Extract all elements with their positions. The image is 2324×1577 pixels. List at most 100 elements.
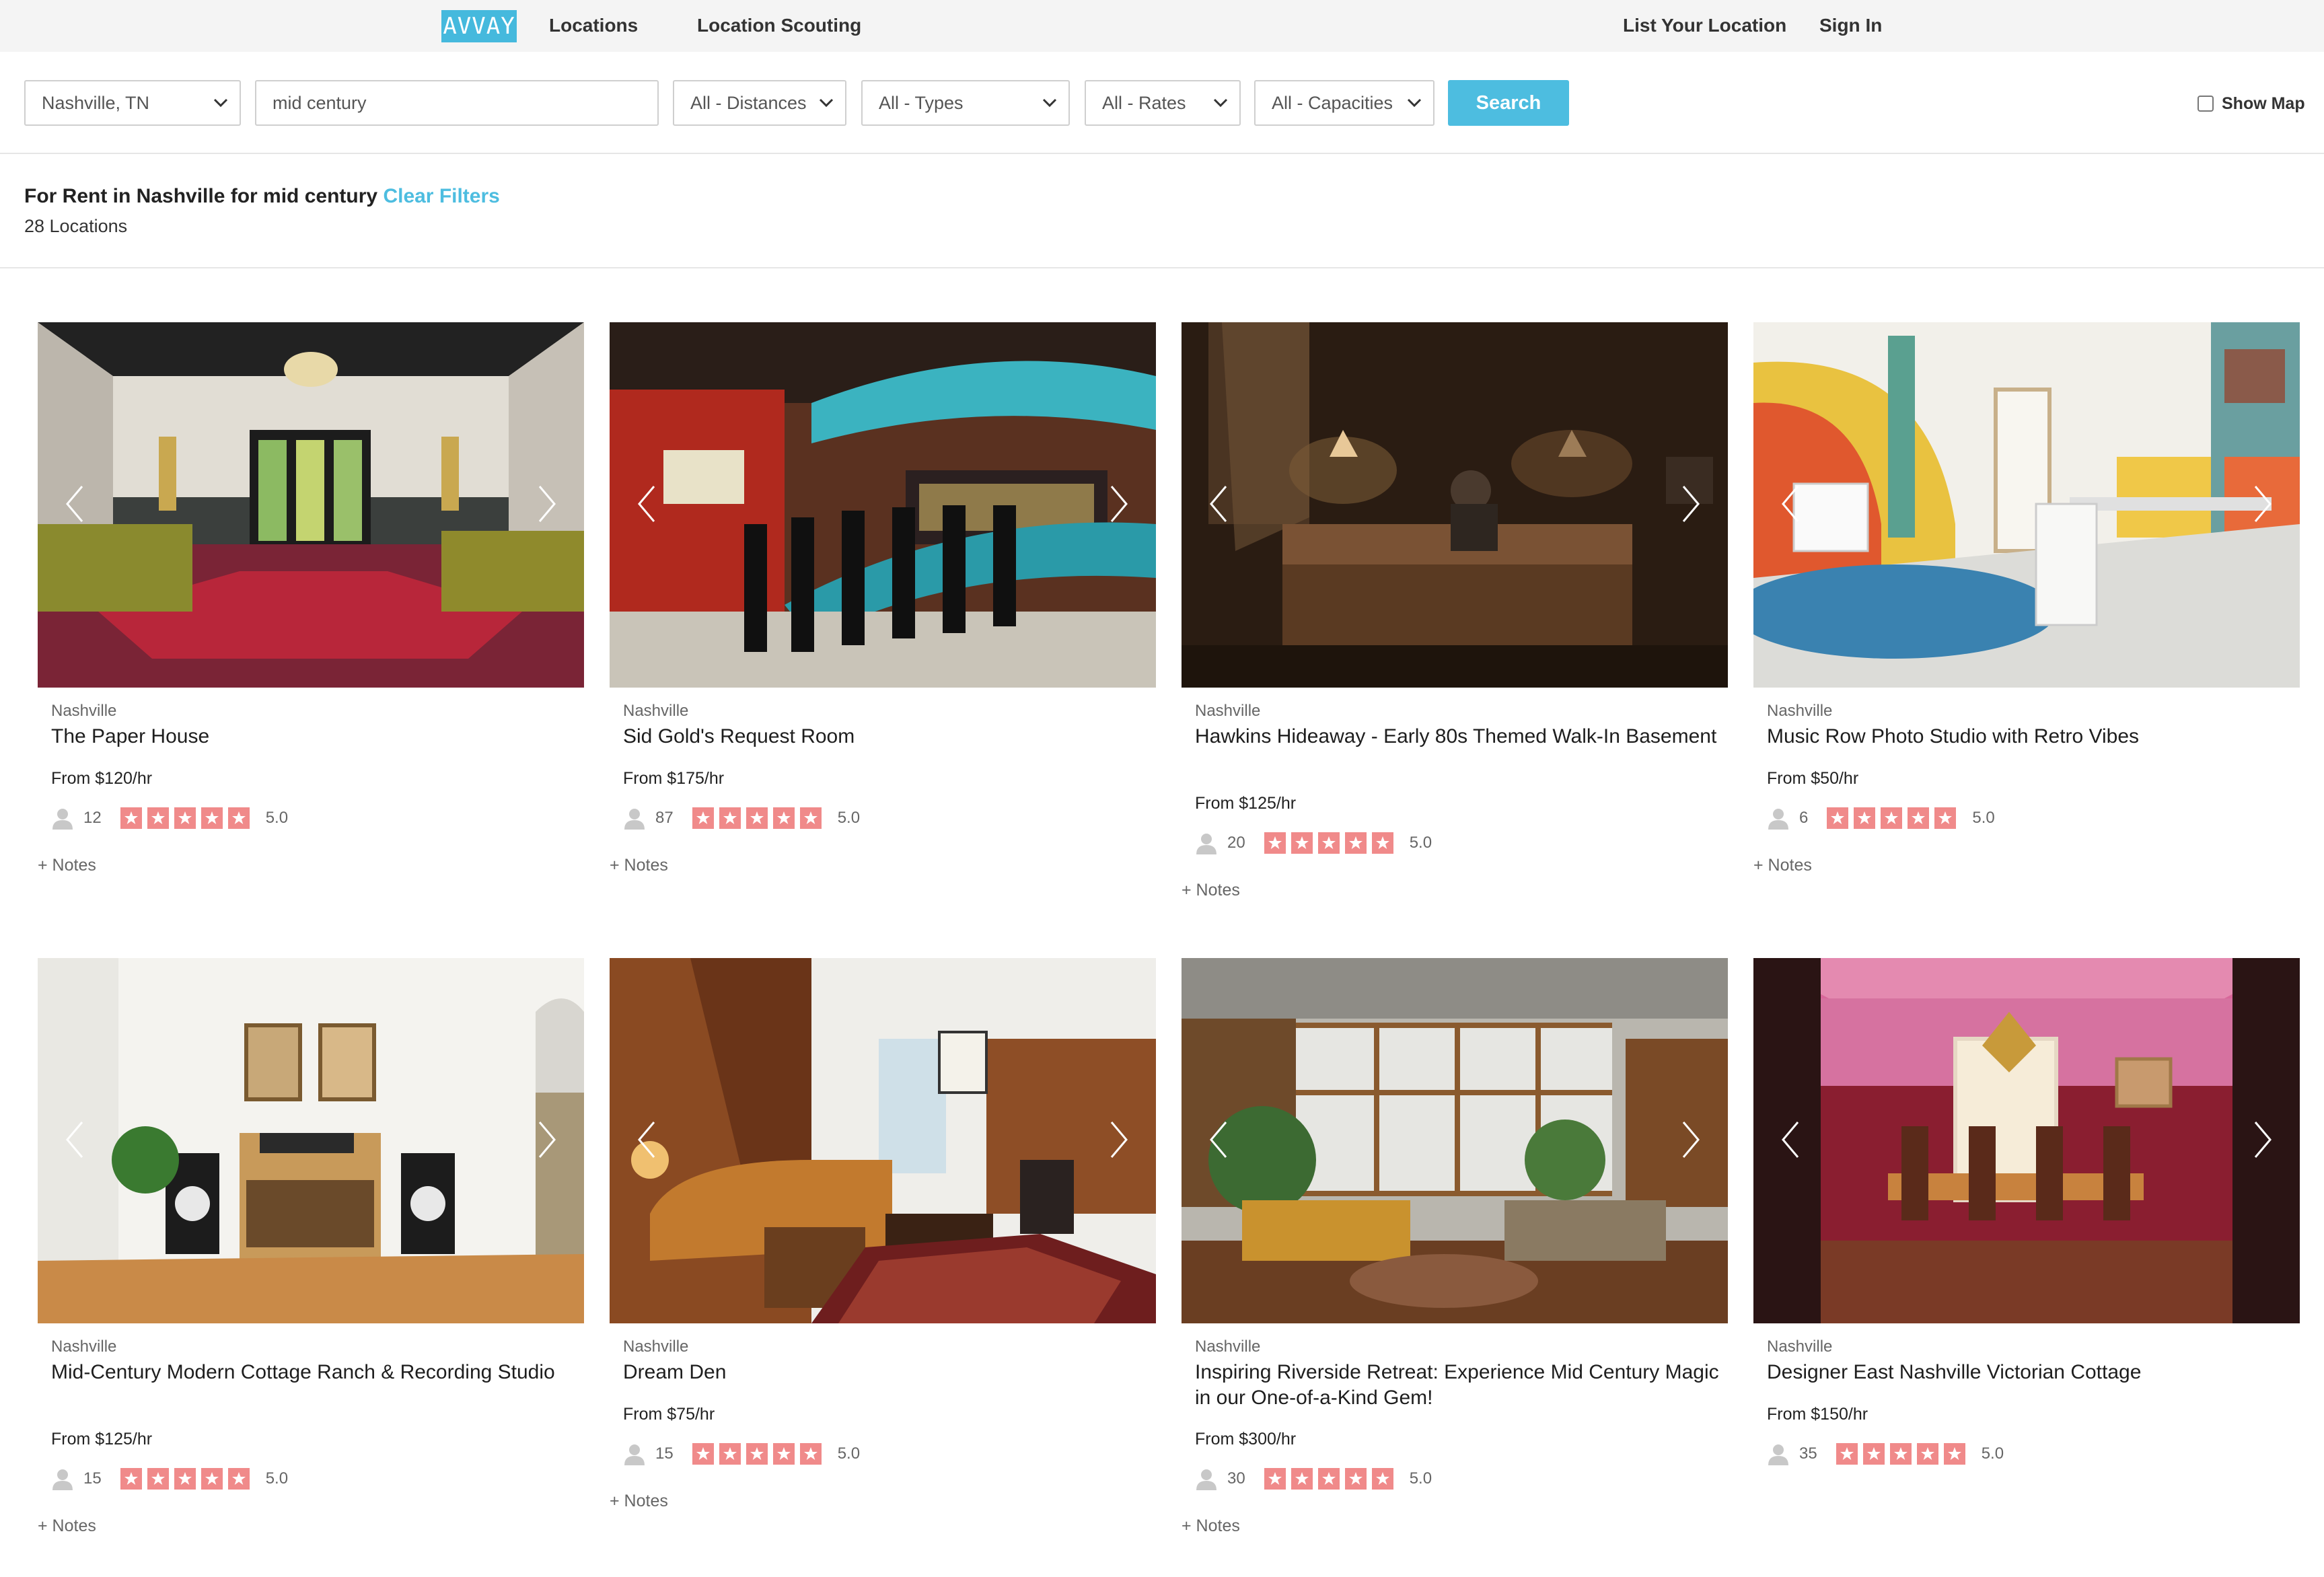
listing-photo[interactable] <box>1182 322 1728 688</box>
prev-photo-arrow-icon[interactable] <box>637 1120 657 1160</box>
listing-card[interactable]: Nashville Music Row Photo Studio with Re… <box>1753 322 2300 875</box>
clear-filters-link[interactable]: Clear Filters <box>383 185 499 207</box>
listing-price: From $120/hr <box>51 769 153 788</box>
listing-meta: 30 5.0 <box>1195 1464 1432 1494</box>
listing-card[interactable]: Nashville Mid-Century Modern Cottage Ran… <box>38 958 584 1535</box>
nav-locations-link[interactable]: Locations <box>549 12 638 39</box>
avvay-logo[interactable]: AVVAY <box>441 10 517 42</box>
results-title: For Rent in Nashville for mid century Cl… <box>24 185 500 208</box>
star-icon <box>799 807 822 829</box>
add-notes-link[interactable]: + Notes <box>38 856 96 875</box>
distance-select[interactable]: All - Distances <box>673 80 846 126</box>
next-photo-arrow-icon[interactable] <box>1681 1120 1701 1160</box>
star-icon <box>1317 1468 1340 1490</box>
listing-title[interactable]: Inspiring Riverside Retreat: Experience … <box>1195 1360 1720 1411</box>
listing-price: From $50/hr <box>1767 769 1859 788</box>
listing-photo[interactable] <box>38 958 584 1323</box>
listing-title[interactable]: The Paper House <box>51 724 576 749</box>
listing-title[interactable]: Sid Gold's Request Room <box>623 724 1148 749</box>
prev-photo-arrow-icon[interactable] <box>65 484 85 524</box>
listing-title[interactable]: Mid-Century Modern Cottage Ranch & Recor… <box>51 1360 576 1385</box>
listing-photo[interactable] <box>1753 958 2300 1323</box>
star-icon <box>719 807 741 829</box>
star-icon <box>174 807 196 829</box>
add-notes-link[interactable]: + Notes <box>610 856 668 875</box>
add-notes-link[interactable]: + Notes <box>38 1516 96 1536</box>
next-photo-arrow-icon[interactable] <box>537 484 557 524</box>
listing-card[interactable]: Nashville The Paper House From $120/hr 1… <box>38 322 584 875</box>
listing-title[interactable]: Music Row Photo Studio with Retro Vibes <box>1767 724 2292 749</box>
listing-title[interactable]: Designer East Nashville Victorian Cottag… <box>1767 1360 2292 1385</box>
next-photo-arrow-icon[interactable] <box>537 1120 557 1160</box>
listing-city: Nashville <box>623 702 689 720</box>
listing-title[interactable]: Hawkins Hideaway - Early 80s Themed Walk… <box>1195 724 1720 749</box>
person-icon <box>1196 1469 1217 1490</box>
next-photo-arrow-icon[interactable] <box>1109 1120 1129 1160</box>
listing-card[interactable]: Nashville Sid Gold's Request Room From $… <box>610 322 1156 875</box>
rating-value: 5.0 <box>837 809 861 827</box>
star-icon <box>772 807 795 829</box>
rate-select[interactable]: All - Rates <box>1085 80 1241 126</box>
prev-photo-arrow-icon[interactable] <box>637 484 657 524</box>
nav-location-scouting-link[interactable]: Location Scouting <box>697 12 861 39</box>
next-photo-arrow-icon[interactable] <box>1681 484 1701 524</box>
person-icon <box>624 809 645 830</box>
listing-city: Nashville <box>1767 702 1833 720</box>
listing-city: Nashville <box>51 1337 117 1356</box>
show-map-checkbox[interactable] <box>2198 96 2214 112</box>
listing-meta: 87 5.0 <box>623 803 860 833</box>
star-icon <box>227 807 250 829</box>
star-icon <box>719 1443 741 1465</box>
add-notes-link[interactable]: + Notes <box>1182 1516 1240 1536</box>
keyword-input[interactable]: mid century <box>255 80 659 126</box>
listing-photo[interactable] <box>38 322 584 688</box>
star-icon <box>174 1468 196 1490</box>
prev-photo-arrow-icon[interactable] <box>65 1120 85 1160</box>
listing-photo[interactable] <box>1753 322 2300 688</box>
star-icon <box>120 1468 142 1490</box>
prev-photo-arrow-icon[interactable] <box>1780 484 1801 524</box>
search-button[interactable]: Search <box>1448 80 1569 126</box>
star-icon <box>1827 807 1849 829</box>
capacity-count: 15 <box>655 1444 674 1463</box>
add-notes-link[interactable]: + Notes <box>1182 881 1240 900</box>
next-photo-arrow-icon[interactable] <box>2253 484 2273 524</box>
capacity-select[interactable]: All - Capacities <box>1254 80 1435 126</box>
listing-title[interactable]: Dream Den <box>623 1360 1148 1385</box>
show-map-toggle[interactable]: Show Map <box>2198 93 2305 114</box>
add-notes-link[interactable]: + Notes <box>1753 856 1812 875</box>
sign-in-link[interactable]: Sign In <box>1819 12 1882 39</box>
listing-card[interactable]: Nashville Inspiring Riverside Retreat: E… <box>1182 958 1728 1535</box>
listing-card[interactable]: Nashville Dream Den From $75/hr 15 5.0 +… <box>610 958 1156 1510</box>
type-select-value: All - Types <box>879 93 964 113</box>
star-icon <box>746 1443 768 1465</box>
listing-city: Nashville <box>51 702 117 720</box>
listing-meta: 15 5.0 <box>623 1439 860 1469</box>
top-nav: AVVAY Locations Location Scouting List Y… <box>0 0 2324 52</box>
next-photo-arrow-icon[interactable] <box>2253 1120 2273 1160</box>
next-photo-arrow-icon[interactable] <box>1109 484 1129 524</box>
listing-photo[interactable] <box>1182 958 1728 1323</box>
prev-photo-arrow-icon[interactable] <box>1208 484 1229 524</box>
listing-city: Nashville <box>1195 1337 1261 1356</box>
listing-photo[interactable] <box>610 322 1156 688</box>
listing-photo[interactable] <box>610 958 1156 1323</box>
list-your-location-link[interactable]: List Your Location <box>1623 12 1786 39</box>
capacity-count: 6 <box>1799 809 1809 827</box>
listing-card[interactable]: Nashville Designer East Nashville Victor… <box>1753 958 2300 1465</box>
star-icon <box>1889 1443 1912 1465</box>
type-select[interactable]: All - Types <box>861 80 1070 126</box>
rating-value: 5.0 <box>1972 809 1995 827</box>
add-notes-link[interactable]: + Notes <box>610 1492 668 1511</box>
star-icon <box>799 1443 822 1465</box>
prev-photo-arrow-icon[interactable] <box>1208 1120 1229 1160</box>
star-icon <box>1862 1443 1885 1465</box>
star-icon <box>1317 832 1340 854</box>
listing-city: Nashville <box>1767 1337 1833 1356</box>
city-select[interactable]: Nashville, TN <box>24 80 241 126</box>
prev-photo-arrow-icon[interactable] <box>1780 1120 1801 1160</box>
results-title-text: For Rent in Nashville for mid century <box>24 185 378 207</box>
listing-meta: 6 5.0 <box>1767 803 1995 833</box>
listing-card[interactable]: Nashville Hawkins Hideaway - Early 80s T… <box>1182 322 1728 900</box>
star-icon <box>1943 1443 1965 1465</box>
